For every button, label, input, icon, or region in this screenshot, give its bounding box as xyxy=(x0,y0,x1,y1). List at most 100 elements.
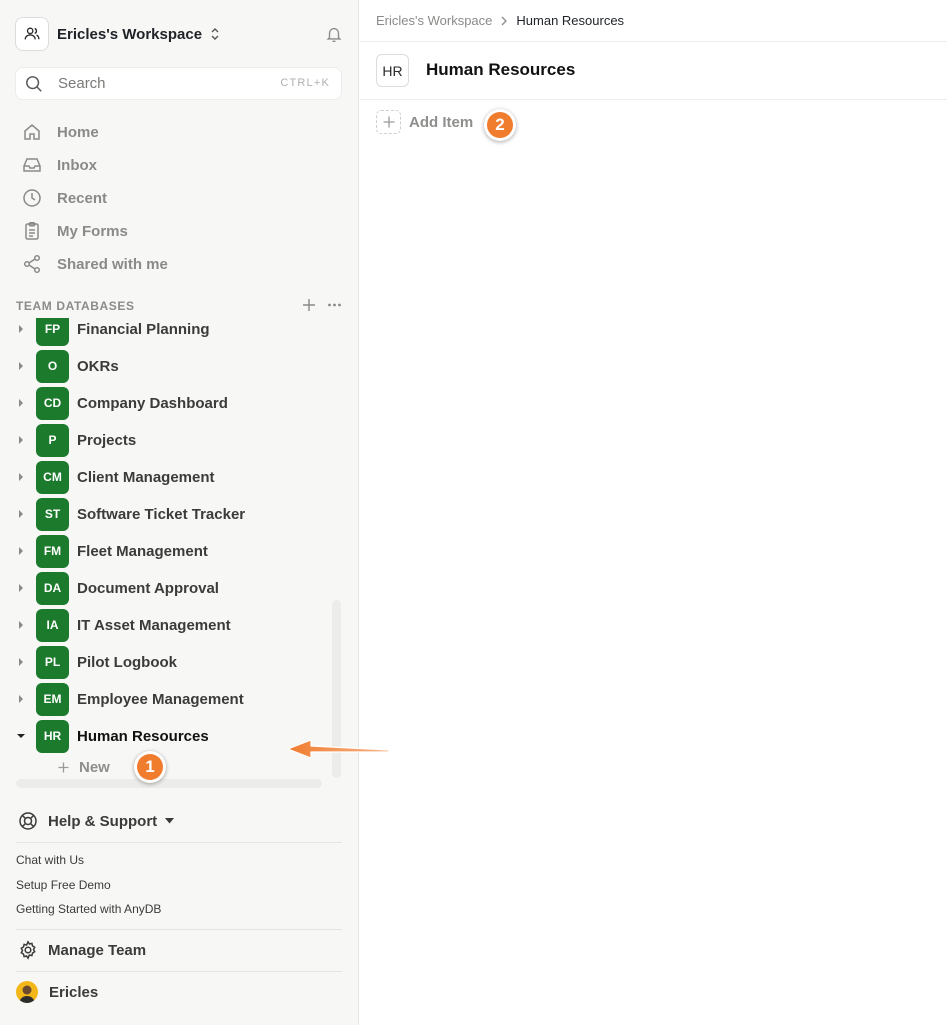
database-badge: DA xyxy=(36,571,69,605)
chevron-right-icon xyxy=(501,16,508,25)
database-badge: HR xyxy=(36,719,69,753)
database-badge: PL xyxy=(36,645,69,679)
database-item-human-resources[interactable]: HR Human Resources xyxy=(0,719,330,753)
database-label: Projects xyxy=(77,431,137,449)
database-label: Document Approval xyxy=(77,579,219,597)
new-item-button[interactable]: New xyxy=(58,758,110,776)
database-item-software-ticket-tracker[interactable]: ST Software Ticket Tracker xyxy=(0,497,330,531)
caret-right-icon[interactable] xyxy=(17,620,25,630)
caret-right-icon[interactable] xyxy=(17,546,25,556)
nav-inbox[interactable]: Inbox xyxy=(22,153,97,177)
database-item-projects[interactable]: P Projects xyxy=(0,423,330,457)
database-item-pilot-logbook[interactable]: PL Pilot Logbook xyxy=(0,645,330,679)
bell-icon[interactable] xyxy=(325,25,343,43)
manage-team-button[interactable]: Manage Team xyxy=(18,940,146,960)
divider xyxy=(16,929,342,930)
database-label: Software Ticket Tracker xyxy=(77,505,246,523)
nav-my-forms[interactable]: My Forms xyxy=(22,219,128,243)
caret-right-icon[interactable] xyxy=(17,509,25,519)
database-item-company-dashboard[interactable]: CD Company Dashboard xyxy=(0,386,330,420)
step-marker-1: 1 xyxy=(134,751,166,783)
step-marker-2: 2 xyxy=(484,109,516,141)
plus-icon xyxy=(58,762,69,772)
breadcrumb-workspace[interactable]: Ericles's Workspace xyxy=(376,13,492,28)
database-badge: CD xyxy=(36,386,69,420)
team-databases-heading: TEAM DATABASES xyxy=(16,299,135,313)
caret-right-icon[interactable] xyxy=(17,472,25,482)
team-icon xyxy=(15,17,49,51)
clipboard-icon xyxy=(25,222,39,240)
step-number: 2 xyxy=(487,112,513,138)
clock-icon xyxy=(23,189,41,207)
page-title[interactable]: Human Resources xyxy=(426,60,575,80)
workspace-switcher[interactable]: Ericles's Workspace xyxy=(15,17,220,51)
add-item-button[interactable]: Add Item xyxy=(376,110,473,134)
add-item-label: Add Item xyxy=(409,113,474,131)
user-profile[interactable]: Ericles xyxy=(16,981,98,1003)
database-item-fleet-management[interactable]: FM Fleet Management xyxy=(0,534,330,568)
search-input[interactable]: Search CTRL+K xyxy=(15,67,342,100)
caret-right-icon[interactable] xyxy=(17,583,25,593)
sidebar: Ericles's Workspace Search CTRL+K Home I… xyxy=(0,0,359,1025)
divider xyxy=(16,842,342,843)
caret-down-icon xyxy=(165,818,175,824)
database-badge: IA xyxy=(36,608,69,642)
nav-shared-with-me[interactable]: Shared with me xyxy=(22,252,168,276)
caret-right-icon[interactable] xyxy=(17,657,25,667)
nav-label: Home xyxy=(57,123,99,141)
caret-right-icon[interactable] xyxy=(17,435,25,445)
gear-icon xyxy=(20,940,36,960)
search-shortcut: CTRL+K xyxy=(280,77,330,89)
chat-with-us-link[interactable]: Chat with Us xyxy=(16,853,84,867)
getting-started-link[interactable]: Getting Started with AnyDB xyxy=(16,902,161,916)
setup-free-demo-link[interactable]: Setup Free Demo xyxy=(16,878,111,892)
database-label: Fleet Management xyxy=(77,542,208,560)
caret-right-icon[interactable] xyxy=(17,694,25,704)
database-badge: P xyxy=(36,423,69,457)
search-placeholder: Search xyxy=(58,75,106,92)
caret-right-icon[interactable] xyxy=(17,324,25,334)
step-number: 1 xyxy=(137,754,163,780)
database-item-financial-planning[interactable]: FP Financial Planning xyxy=(0,318,330,346)
nav-label: Shared with me xyxy=(57,255,168,273)
help-support-toggle[interactable]: Help & Support xyxy=(18,810,175,832)
database-label: Company Dashboard xyxy=(77,394,228,412)
home-icon xyxy=(24,124,40,140)
database-item-client-management[interactable]: CM Client Management xyxy=(0,460,330,494)
add-database-icon[interactable] xyxy=(302,298,316,312)
plus-icon xyxy=(376,110,401,134)
horizontal-scrollbar[interactable] xyxy=(16,779,322,788)
caret-down-icon[interactable] xyxy=(17,731,25,741)
share-icon xyxy=(23,254,41,274)
database-badge: FP xyxy=(36,318,69,346)
team-database-list: FP Financial Planning O OKRs CD Company … xyxy=(0,318,330,776)
database-badge: FM xyxy=(36,534,69,568)
caret-right-icon[interactable] xyxy=(17,398,25,408)
breadcrumb: Ericles's Workspace Human Resources xyxy=(376,13,624,28)
nav-home[interactable]: Home xyxy=(22,120,99,144)
help-support-label: Help & Support xyxy=(48,812,158,830)
more-options-icon[interactable] xyxy=(327,298,342,312)
inbox-icon xyxy=(23,158,41,172)
database-item-employee-management[interactable]: EM Employee Management xyxy=(0,682,330,716)
database-label: IT Asset Management xyxy=(77,616,231,634)
database-item-okrs[interactable]: O OKRs xyxy=(0,349,330,383)
annotation-arrow-icon xyxy=(287,739,390,759)
nav-recent[interactable]: Recent xyxy=(22,186,107,210)
caret-right-icon[interactable] xyxy=(17,361,25,371)
divider xyxy=(360,99,947,100)
database-item-it-asset-management[interactable]: IA IT Asset Management xyxy=(0,608,330,642)
main-content: Ericles's Workspace Human Resources HR H… xyxy=(360,0,947,1025)
database-badge: CM xyxy=(36,460,69,494)
page-icon[interactable]: HR xyxy=(376,54,409,87)
database-badge: EM xyxy=(36,682,69,716)
database-label: Employee Management xyxy=(77,690,244,708)
breadcrumb-current: Human Resources xyxy=(516,13,625,28)
database-badge: ST xyxy=(36,497,69,531)
database-label: Human Resources xyxy=(77,727,209,745)
chevron-updown-icon xyxy=(211,28,219,40)
avatar xyxy=(16,981,38,1003)
database-item-document-approval[interactable]: DA Document Approval xyxy=(0,571,330,605)
database-label: Client Management xyxy=(77,468,215,486)
new-item-label: New xyxy=(79,758,110,776)
